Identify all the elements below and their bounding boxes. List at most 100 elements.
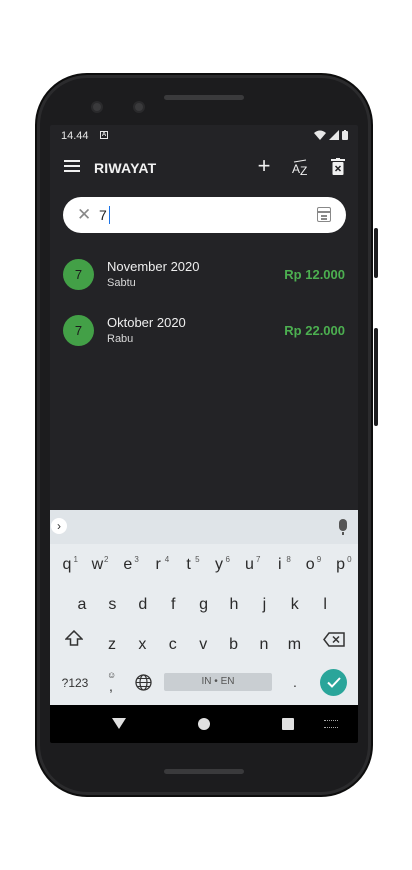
key-o[interactable]: o9 <box>297 550 323 580</box>
home-icon[interactable] <box>198 718 210 730</box>
app-bar: RIWAYAT + A Z <box>50 147 358 189</box>
list-item[interactable]: 7 November 2020 Sabtu Rp 12.000 <box>50 245 358 295</box>
notification-icon: A <box>100 131 108 139</box>
wifi-icon <box>314 130 326 140</box>
key-p[interactable]: p0 <box>328 550 354 580</box>
status-bar: 14.44 A <box>50 125 358 147</box>
key-hint: 4 <box>164 555 170 564</box>
sort-az-icon[interactable]: A Z <box>291 159 311 178</box>
shift-icon <box>64 629 84 646</box>
item-month: November 2020 <box>107 259 200 274</box>
key-label: r <box>155 556 161 573</box>
key-hint: 6 <box>225 555 230 564</box>
key-hint: 5 <box>195 555 200 564</box>
add-icon[interactable]: + <box>255 155 273 177</box>
key-label: x <box>138 636 147 653</box>
recents-icon[interactable] <box>282 718 294 730</box>
key-label: p <box>336 556 346 573</box>
key-m[interactable]: m <box>281 630 307 660</box>
item-day: Rabu <box>107 333 134 345</box>
key-label: w <box>91 556 104 573</box>
key-label: z <box>108 636 116 653</box>
key-s[interactable]: s <box>99 590 125 620</box>
key-label: b <box>229 636 239 653</box>
search-input[interactable] <box>99 206 299 224</box>
space-key[interactable]: IN • EN <box>164 673 272 691</box>
front-camera <box>91 101 103 113</box>
key-label: h <box>229 596 239 613</box>
chevron-right-icon[interactable]: › <box>51 518 67 534</box>
screen: 14.44 A RIWAYAT + A Z ✕ 7 7 November 202… <box>50 125 358 743</box>
item-amount: Rp 22.000 <box>284 323 345 338</box>
key-y[interactable]: y6 <box>206 550 232 580</box>
battery-icon <box>342 130 348 140</box>
sort-z-label: Z <box>300 164 307 177</box>
date-badge: 7 <box>63 315 94 346</box>
item-day: Sabtu <box>107 277 136 289</box>
key-label: s <box>108 596 117 613</box>
key-c[interactable]: c <box>160 630 186 660</box>
comma-label: , <box>109 678 113 694</box>
close-icon[interactable]: ✕ <box>77 206 91 223</box>
front-camera-2 <box>133 101 145 113</box>
period-key[interactable]: . <box>288 674 302 690</box>
key-f[interactable]: f <box>160 590 186 620</box>
sort-a-label: A <box>292 162 300 176</box>
key-hint: 1 <box>73 555 78 564</box>
signal-icon <box>329 130 339 140</box>
key-t[interactable]: t5 <box>176 550 202 580</box>
key-hint: 0 <box>347 555 352 564</box>
key-d[interactable]: d <box>130 590 156 620</box>
done-key[interactable] <box>320 669 347 696</box>
search-bar: ✕ <box>63 197 346 233</box>
key-z[interactable]: z <box>99 630 125 660</box>
key-hint: 8 <box>286 555 291 564</box>
key-q[interactable]: q1 <box>54 550 80 580</box>
shift-key[interactable] <box>64 629 84 650</box>
key-b[interactable]: b <box>221 630 247 660</box>
date-badge: 7 <box>63 259 94 290</box>
key-label: d <box>138 596 148 613</box>
soft-keyboard: › q1w2e3r4t5y6u7i8o9p0 asdfghjkl zxcvbnm… <box>50 510 358 705</box>
key-v[interactable]: v <box>190 630 216 660</box>
list-item[interactable]: 7 Oktober 2020 Rabu Rp 22.000 <box>50 301 358 351</box>
phone-volume-button <box>374 328 378 426</box>
backspace-key[interactable] <box>322 632 346 650</box>
key-w[interactable]: w2 <box>84 550 110 580</box>
key-g[interactable]: g <box>191 590 217 620</box>
key-u[interactable]: u7 <box>236 550 262 580</box>
key-l[interactable]: l <box>312 590 338 620</box>
key-hint: 7 <box>255 555 261 564</box>
key-hint: 3 <box>134 555 139 564</box>
key-k[interactable]: k <box>282 590 308 620</box>
key-label: c <box>168 636 177 653</box>
key-e[interactable]: e3 <box>115 550 141 580</box>
item-month: Oktober 2020 <box>107 315 186 330</box>
check-icon <box>326 677 341 688</box>
backspace-icon <box>323 632 345 647</box>
key-label: j <box>262 596 267 613</box>
symbols-key[interactable]: ?123 <box>58 676 92 690</box>
page-title: RIWAYAT <box>94 160 157 176</box>
key-j[interactable]: j <box>251 590 277 620</box>
key-label: k <box>290 596 299 613</box>
key-x[interactable]: x <box>129 630 155 660</box>
key-h[interactable]: h <box>221 590 247 620</box>
key-a[interactable]: a <box>69 590 95 620</box>
key-label: e <box>123 556 133 573</box>
globe-icon <box>134 674 152 691</box>
key-label: u <box>244 556 254 573</box>
item-amount: Rp 12.000 <box>284 267 345 282</box>
globe-key[interactable] <box>134 674 152 692</box>
key-i[interactable]: i8 <box>267 550 293 580</box>
back-icon[interactable] <box>112 718 126 729</box>
keyboard-switch-icon[interactable] <box>324 720 338 728</box>
top-speaker <box>164 95 244 100</box>
calendar-icon[interactable] <box>317 207 331 222</box>
trash-icon[interactable] <box>331 158 347 176</box>
menu-icon[interactable] <box>64 160 80 174</box>
mic-icon[interactable] <box>339 519 347 535</box>
key-n[interactable]: n <box>251 630 277 660</box>
key-hint: 2 <box>103 555 109 564</box>
key-r[interactable]: r4 <box>145 550 171 580</box>
